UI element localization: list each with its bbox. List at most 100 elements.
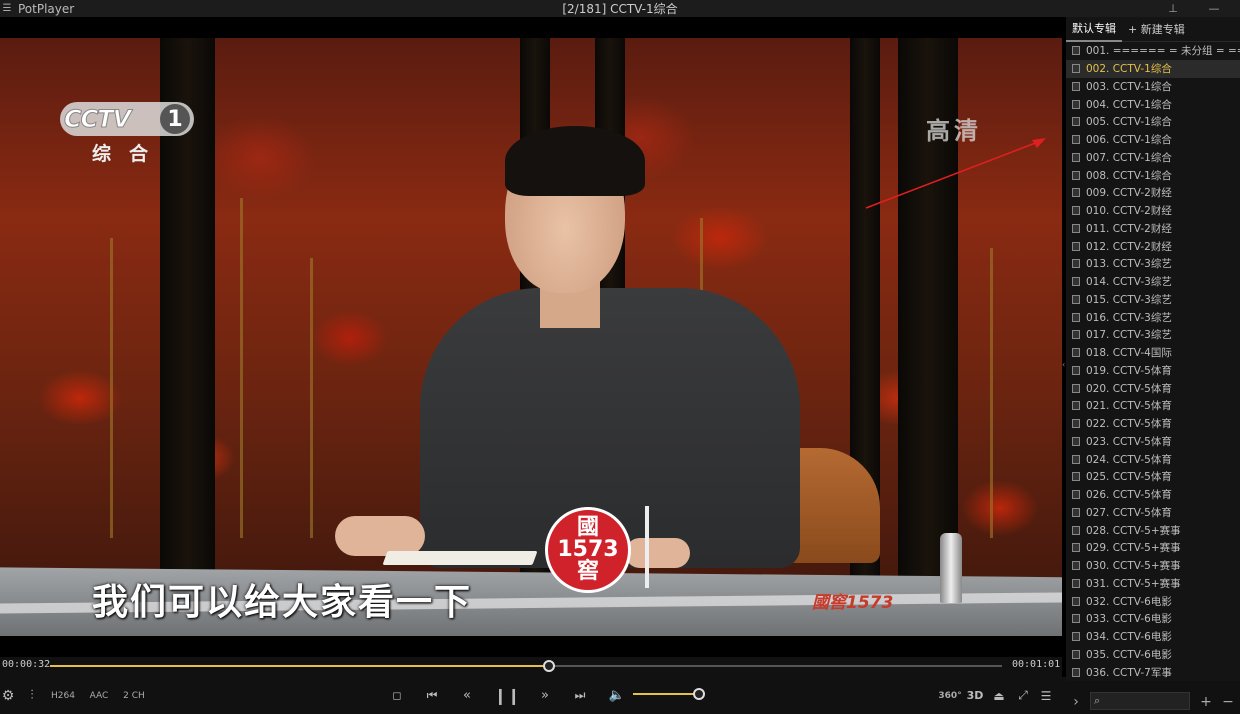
playlist-item[interactable]: 023. CCTV-5体育 bbox=[1066, 433, 1240, 451]
playlist-item[interactable]: 009. CCTV-2财经 bbox=[1066, 184, 1240, 202]
playlist-item-label: 024. CCTV-5体育 bbox=[1086, 453, 1172, 466]
playlist-tabs: 默认专辑 + 新建专辑 bbox=[1066, 17, 1240, 42]
playlist-item[interactable]: 010. CCTV-2财经 bbox=[1066, 202, 1240, 220]
flower-stem bbox=[110, 238, 113, 538]
eject-icon[interactable]: ⏏ bbox=[990, 677, 1008, 714]
presenter-hand bbox=[625, 538, 690, 568]
playlist-item[interactable]: 013. CCTV-3综艺 bbox=[1066, 255, 1240, 273]
audio-channels[interactable]: 2 CH bbox=[122, 677, 146, 714]
playlist-item[interactable]: 027. CCTV-5体育 bbox=[1066, 504, 1240, 522]
vr-360-button[interactable]: 360° bbox=[938, 677, 961, 714]
volume-icon[interactable]: 🔈 bbox=[606, 677, 628, 714]
playlist-item-label: 019. CCTV-5体育 bbox=[1086, 364, 1172, 377]
playlist-item[interactable]: 007. CCTV-1综合 bbox=[1066, 149, 1240, 167]
add-icon[interactable]: + bbox=[1196, 689, 1216, 714]
title-bar: ☰ PotPlayer [2/181] CCTV-1综合 ⊥ — bbox=[0, 0, 1240, 17]
file-icon bbox=[1072, 241, 1080, 251]
playlist-item[interactable]: 031. CCTV-5+赛事 bbox=[1066, 575, 1240, 593]
playlist-item[interactable]: 029. CCTV-5+赛事 bbox=[1066, 539, 1240, 557]
playlist-item[interactable]: 026. CCTV-5体育 bbox=[1066, 486, 1240, 504]
playlist-item[interactable]: 021. CCTV-5体育 bbox=[1066, 397, 1240, 415]
playlist-item[interactable]: 001. ====== = 未分组 = ====== bbox=[1066, 42, 1240, 60]
playlist-toggle-icon[interactable]: ☰ bbox=[1036, 677, 1056, 714]
playlist-item[interactable]: 018. CCTV-4国际 bbox=[1066, 344, 1240, 362]
playlist-item[interactable]: 020. CCTV-5体育 bbox=[1066, 379, 1240, 397]
file-icon bbox=[1072, 454, 1080, 464]
playlist-item[interactable]: 028. CCTV-5+赛事 bbox=[1066, 521, 1240, 539]
file-icon bbox=[1072, 490, 1080, 500]
flower-stem bbox=[310, 258, 313, 538]
fast-forward-icon[interactable]: » bbox=[536, 677, 554, 714]
menu-icon[interactable]: ☰ bbox=[0, 0, 14, 17]
playlist-item[interactable]: 014. CCTV-3综艺 bbox=[1066, 273, 1240, 291]
playlist-list: 001. ====== = 未分组 = ====== 002. CCTV-1综合 0… bbox=[1066, 42, 1240, 681]
playlist-item-label: 004. CCTV-1综合 bbox=[1086, 98, 1172, 111]
playlist-search-input[interactable]: ⌕ bbox=[1090, 692, 1190, 710]
annotation-arrow bbox=[865, 138, 1046, 209]
playlist-item[interactable]: 025. CCTV-5体育 bbox=[1066, 468, 1240, 486]
playlist-item[interactable]: 004. CCTV-1综合 bbox=[1066, 95, 1240, 113]
audio-codec[interactable]: AAC bbox=[88, 677, 110, 714]
file-icon bbox=[1072, 348, 1080, 358]
playlist-item[interactable]: 032. CCTV-6电影 bbox=[1066, 592, 1240, 610]
fullscreen-icon[interactable]: ⤢ bbox=[1014, 677, 1032, 714]
app-name[interactable]: PotPlayer bbox=[18, 2, 74, 16]
3d-button[interactable]: 3D bbox=[966, 677, 984, 714]
playlist-item[interactable]: 036. CCTV-7军事 bbox=[1066, 663, 1240, 681]
playlist-item[interactable]: 035. CCTV-6电影 bbox=[1066, 646, 1240, 664]
tab-default-album[interactable]: 默认专辑 bbox=[1066, 17, 1122, 42]
playlist-item[interactable]: 003. CCTV-1综合 bbox=[1066, 78, 1240, 96]
seek-handle[interactable] bbox=[542, 660, 555, 672]
chevron-right-icon[interactable]: › bbox=[1066, 689, 1086, 714]
playlist-item[interactable]: 002. CCTV-1综合 bbox=[1066, 59, 1240, 78]
pause-icon[interactable]: ❙❙ bbox=[494, 677, 521, 714]
equalizer-icon[interactable]: ⫶ bbox=[22, 677, 42, 714]
playlist-item[interactable]: 019. CCTV-5体育 bbox=[1066, 362, 1240, 380]
playlist-item-label: 011. CCTV-2财经 bbox=[1086, 222, 1172, 235]
playlist-item-label: 031. CCTV-5+赛事 bbox=[1086, 577, 1181, 590]
gear-icon[interactable]: ⚙ bbox=[0, 677, 16, 714]
playlist-item[interactable]: 012. CCTV-2财经 bbox=[1066, 237, 1240, 255]
file-icon bbox=[1072, 383, 1080, 393]
playlist-item[interactable]: 015. CCTV-3综艺 bbox=[1066, 291, 1240, 309]
volume-slider[interactable] bbox=[633, 688, 705, 700]
seek-bar[interactable] bbox=[50, 660, 1002, 672]
playlist-item-label: 009. CCTV-2财经 bbox=[1086, 187, 1172, 200]
control-bar: ⚙ ⫶ H264 AAC 2 CH ◻ ⏮ « ❙❙ » ⏭ 🔈 360° 3D… bbox=[0, 677, 1240, 714]
playlist-item-label: 035. CCTV-6电影 bbox=[1086, 648, 1172, 661]
remove-icon[interactable]: − bbox=[1218, 689, 1238, 714]
playlist-item-label: 020. CCTV-5体育 bbox=[1086, 382, 1172, 395]
volume-handle[interactable] bbox=[693, 688, 705, 700]
minimize-icon[interactable]: — bbox=[1204, 0, 1224, 17]
stop-icon[interactable]: ◻ bbox=[388, 677, 406, 714]
playlist-item-label: 036. CCTV-7军事 bbox=[1086, 666, 1172, 679]
playlist-item[interactable]: 022. CCTV-5体育 bbox=[1066, 415, 1240, 433]
playlist-item[interactable]: 034. CCTV-6电影 bbox=[1066, 628, 1240, 646]
previous-icon[interactable]: ⏮ bbox=[423, 677, 441, 714]
playlist-item[interactable]: 005. CCTV-1综合 bbox=[1066, 113, 1240, 131]
playlist-item-label: 033. CCTV-6电影 bbox=[1086, 613, 1172, 626]
playlist-item[interactable]: 008. CCTV-1综合 bbox=[1066, 166, 1240, 184]
seek-bar-row: 00:00:32 00:01:01 bbox=[0, 657, 1062, 677]
video-codec[interactable]: H264 bbox=[50, 677, 76, 714]
playlist-item[interactable]: 011. CCTV-2财经 bbox=[1066, 220, 1240, 238]
file-icon bbox=[1072, 188, 1080, 198]
playlist-item-label: 032. CCTV-6电影 bbox=[1086, 595, 1172, 608]
playlist-item[interactable]: 024. CCTV-5体育 bbox=[1066, 450, 1240, 468]
channel-logo: CCTV 1 bbox=[60, 102, 194, 136]
playlist-item[interactable]: 030. CCTV-5+赛事 bbox=[1066, 557, 1240, 575]
pin-icon[interactable]: ⊥ bbox=[1163, 0, 1183, 17]
rewind-icon[interactable]: « bbox=[458, 677, 476, 714]
video-area[interactable]: 國 1573 窖 國窖1573 CCTV 1 综合 高清 我们可以给大家看一下 bbox=[0, 17, 1062, 657]
playlist-item[interactable]: 017. CCTV-3综艺 bbox=[1066, 326, 1240, 344]
playlist-item-label: 013. CCTV-3综艺 bbox=[1086, 258, 1172, 271]
next-icon[interactable]: ⏭ bbox=[571, 677, 589, 714]
channel-logo-text: CCTV bbox=[63, 105, 131, 134]
file-icon bbox=[1072, 330, 1080, 340]
tab-new-album[interactable]: + 新建专辑 bbox=[1122, 17, 1191, 42]
file-icon bbox=[1072, 223, 1080, 233]
playlist-item[interactable]: 006. CCTV-1综合 bbox=[1066, 131, 1240, 149]
playlist-item[interactable]: 033. CCTV-6电影 bbox=[1066, 610, 1240, 628]
playlist-item[interactable]: 016. CCTV-3综艺 bbox=[1066, 308, 1240, 326]
window-title: [2/181] CCTV-1综合 bbox=[562, 2, 678, 16]
